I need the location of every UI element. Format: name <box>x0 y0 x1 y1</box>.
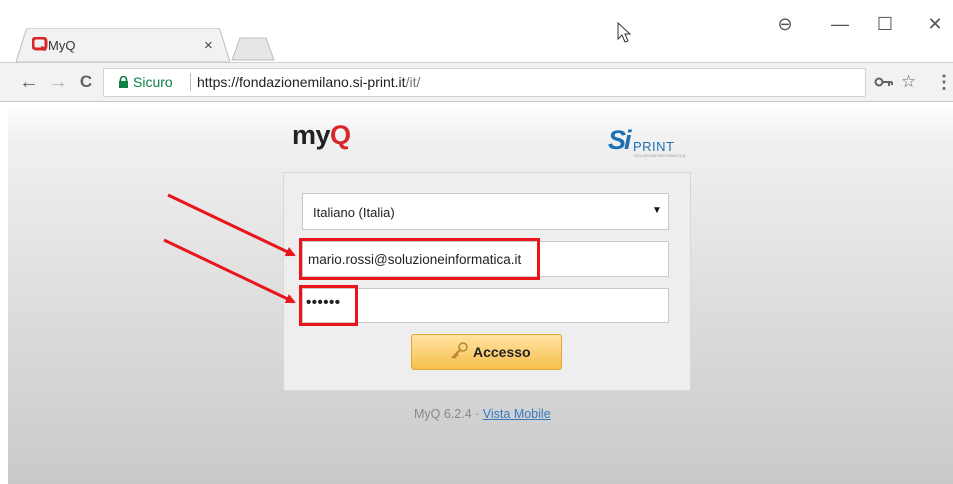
annotation-arrows <box>163 193 296 304</box>
arrow-to-email <box>167 193 296 257</box>
arrow-to-password <box>163 238 296 304</box>
